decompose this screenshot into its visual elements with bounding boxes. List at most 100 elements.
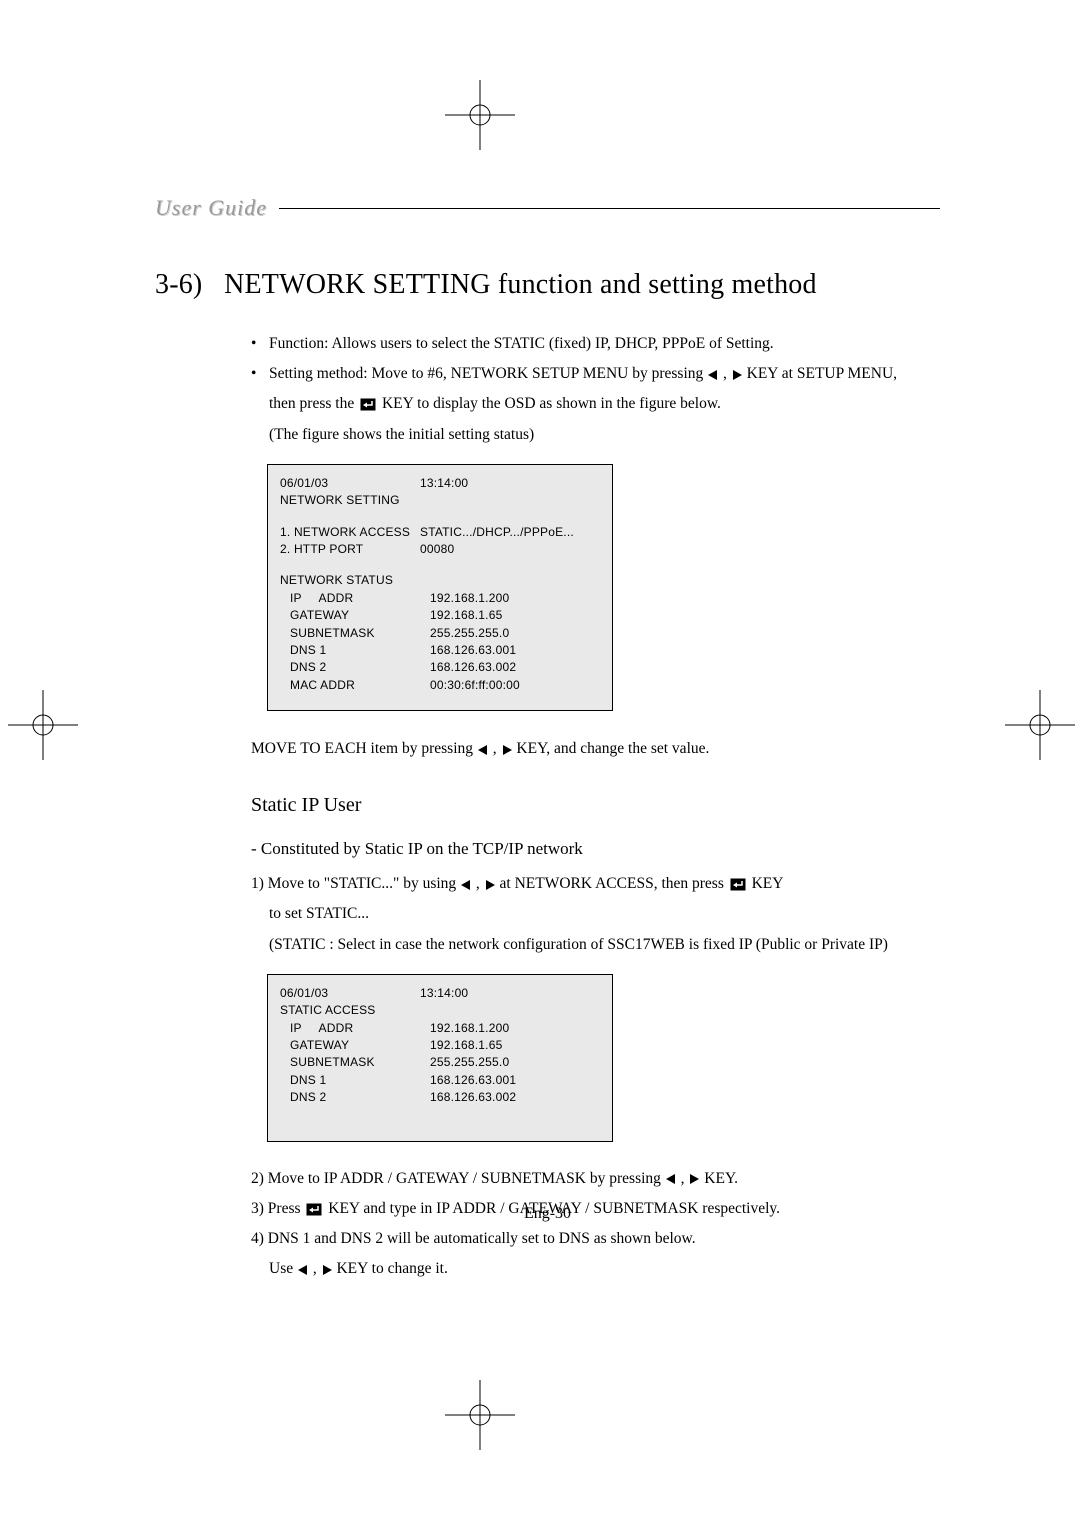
osd-row-value: 192.168.1.200 bbox=[430, 590, 600, 607]
osd2-date: 06/01/03 bbox=[280, 985, 420, 1002]
page-number: Eng-30 bbox=[155, 1205, 940, 1223]
triangle-left-icon bbox=[298, 1265, 308, 1275]
triangle-right-icon bbox=[689, 1174, 699, 1184]
osd-row-value: 192.168.1.200 bbox=[430, 1020, 600, 1037]
osd-row: SUBNETMASK255.255.255.0 bbox=[280, 1054, 600, 1071]
steps-after: 2) Move to IP ADDR / GATEWAY / SUBNETMAS… bbox=[251, 1164, 940, 1285]
intro-setting-line2-b: KEY to display the OSD as shown in the f… bbox=[382, 395, 721, 412]
osd-row-label: MAC ADDR bbox=[290, 677, 430, 694]
triangle-right-icon bbox=[322, 1265, 332, 1275]
intro-block: • Function: Allows users to select the S… bbox=[251, 329, 940, 450]
triangle-left-icon bbox=[461, 880, 471, 890]
static-step1-a: 1) Move to "STATIC..." by using bbox=[251, 875, 460, 892]
osd-row-label: DNS 2 bbox=[290, 659, 430, 676]
step2-a: 2) Move to IP ADDR / GATEWAY / SUBNETMAS… bbox=[251, 1170, 665, 1187]
osd1-item2-label: 2. HTTP PORT bbox=[280, 541, 420, 558]
intro-setting-line-b: KEY at SETUP MENU, bbox=[747, 365, 897, 382]
osd1-date: 06/01/03 bbox=[280, 475, 420, 492]
static-subheading: - Constituted by Static IP on the TCP/IP… bbox=[251, 839, 940, 859]
osd-row-value: 168.126.63.001 bbox=[430, 642, 600, 659]
step4b-b: KEY to change it. bbox=[336, 1260, 447, 1277]
osd2-title: STATIC ACCESS bbox=[280, 1002, 600, 1019]
intro-function-line: Function: Allows users to select the STA… bbox=[269, 329, 940, 359]
static-step1: 1) Move to "STATIC..." by using , at NET… bbox=[251, 869, 940, 960]
glyph-comma: , bbox=[313, 1260, 321, 1277]
after-osd1-a: MOVE TO EACH item by pressing bbox=[251, 740, 477, 757]
osd1-item2-value: 00080 bbox=[420, 541, 600, 558]
step4: 4) DNS 1 and DNS 2 will be automatically… bbox=[251, 1224, 940, 1254]
intro-setting-line2: then press the KEY to display the OSD as… bbox=[269, 389, 940, 419]
osd-row-value: 00:30:6f:ff:00:00 bbox=[430, 677, 600, 694]
bullet-dot-icon: • bbox=[251, 359, 269, 389]
osd-row-label: IP ADDR bbox=[290, 590, 430, 607]
after-osd1: MOVE TO EACH item by pressing , KEY, and… bbox=[251, 733, 940, 764]
glyph-comma: , bbox=[681, 1170, 689, 1187]
osd-row: DNS 1168.126.63.001 bbox=[280, 642, 600, 659]
static-step1-b: at NETWORK ACCESS, then press bbox=[500, 875, 728, 892]
osd-row-value: 192.168.1.65 bbox=[430, 1037, 600, 1054]
static-step1-line3: (STATIC : Select in case the network con… bbox=[269, 930, 940, 960]
osd-row-label: IP ADDR bbox=[290, 1020, 430, 1037]
osd1-item1-label: 1. NETWORK ACCESS bbox=[280, 524, 420, 541]
crop-mark-bottom bbox=[445, 1380, 515, 1450]
header-rule bbox=[279, 208, 940, 209]
static-ip-heading: Static IP User bbox=[251, 794, 940, 817]
intro-setting-line2-a: then press the bbox=[269, 395, 358, 412]
osd-row-value: 168.126.63.002 bbox=[430, 659, 600, 676]
osd-row-value: 255.255.255.0 bbox=[430, 625, 600, 642]
osd-row-label: DNS 1 bbox=[290, 1072, 430, 1089]
osd-row: GATEWAY192.168.1.65 bbox=[280, 1037, 600, 1054]
page-body: User Guide 3-6) NETWORK SETTING function… bbox=[155, 195, 940, 1284]
triangle-right-icon bbox=[485, 880, 495, 890]
osd-row-label: GATEWAY bbox=[290, 1037, 430, 1054]
osd-row: DNS 1168.126.63.001 bbox=[280, 1072, 600, 1089]
step2: 2) Move to IP ADDR / GATEWAY / SUBNETMAS… bbox=[251, 1164, 940, 1194]
after-osd1-b: KEY, and change the set value. bbox=[516, 740, 709, 757]
osd-row-label: GATEWAY bbox=[290, 607, 430, 624]
intro-setting-line3: (The figure shows the initial setting st… bbox=[269, 420, 940, 450]
osd-row-value: 192.168.1.65 bbox=[430, 607, 600, 624]
triangle-left-icon bbox=[708, 370, 718, 380]
osd-row-value: 168.126.63.002 bbox=[430, 1089, 600, 1106]
step4b-a: Use bbox=[269, 1260, 297, 1277]
osd1-title: NETWORK SETTING bbox=[280, 492, 600, 509]
glyph-comma: , bbox=[476, 875, 484, 892]
osd-row: DNS 2168.126.63.002 bbox=[280, 659, 600, 676]
section-title-text: NETWORK SETTING function and setting met… bbox=[224, 269, 817, 300]
triangle-left-icon bbox=[666, 1174, 676, 1184]
osd-row: IP ADDR192.168.1.200 bbox=[280, 1020, 600, 1037]
osd-row: SUBNETMASK255.255.255.0 bbox=[280, 625, 600, 642]
osd-row-label: SUBNETMASK bbox=[290, 1054, 430, 1071]
osd1-status-title: NETWORK STATUS bbox=[280, 572, 600, 589]
osd-network-setting: 06/01/03 13:14:00 NETWORK SETTING 1. NET… bbox=[267, 464, 613, 711]
osd-row: MAC ADDR00:30:6f:ff:00:00 bbox=[280, 677, 600, 694]
page-header: User Guide bbox=[155, 195, 940, 221]
glyph-comma: , bbox=[723, 365, 731, 382]
static-step1-c: KEY bbox=[752, 875, 784, 892]
osd-row-value: 255.255.255.0 bbox=[430, 1054, 600, 1071]
crop-mark-right bbox=[1005, 690, 1075, 760]
static-step1-line2: to set STATIC... bbox=[269, 899, 940, 929]
triangle-right-icon bbox=[502, 745, 512, 755]
osd-row-label: SUBNETMASK bbox=[290, 625, 430, 642]
step2-b: KEY. bbox=[704, 1170, 738, 1187]
glyph-comma: , bbox=[493, 740, 501, 757]
enter-key-icon bbox=[360, 398, 376, 411]
step4b: Use , KEY to change it. bbox=[269, 1254, 940, 1284]
enter-key-icon bbox=[730, 878, 746, 891]
osd1-item1-value: STATIC.../DHCP.../PPPoE... bbox=[420, 524, 600, 541]
bullet-dot-icon: • bbox=[251, 329, 269, 359]
triangle-left-icon bbox=[478, 745, 488, 755]
osd-row: IP ADDR192.168.1.200 bbox=[280, 590, 600, 607]
intro-setting-line: Setting method: Move to #6, NETWORK SETU… bbox=[269, 359, 940, 389]
intro-setting-line-a: Setting method: Move to #6, NETWORK SETU… bbox=[269, 365, 707, 382]
osd-row-value: 168.126.63.001 bbox=[430, 1072, 600, 1089]
osd-row-label: DNS 2 bbox=[290, 1089, 430, 1106]
section-number: 3-6) bbox=[155, 269, 202, 300]
osd-static-access: 06/01/03 13:14:00 STATIC ACCESS IP ADDR1… bbox=[267, 974, 613, 1142]
crop-mark-top bbox=[445, 80, 515, 150]
osd-row-label: DNS 1 bbox=[290, 642, 430, 659]
osd2-time: 13:14:00 bbox=[420, 985, 600, 1002]
triangle-right-icon bbox=[732, 370, 742, 380]
crop-mark-left bbox=[8, 690, 78, 760]
